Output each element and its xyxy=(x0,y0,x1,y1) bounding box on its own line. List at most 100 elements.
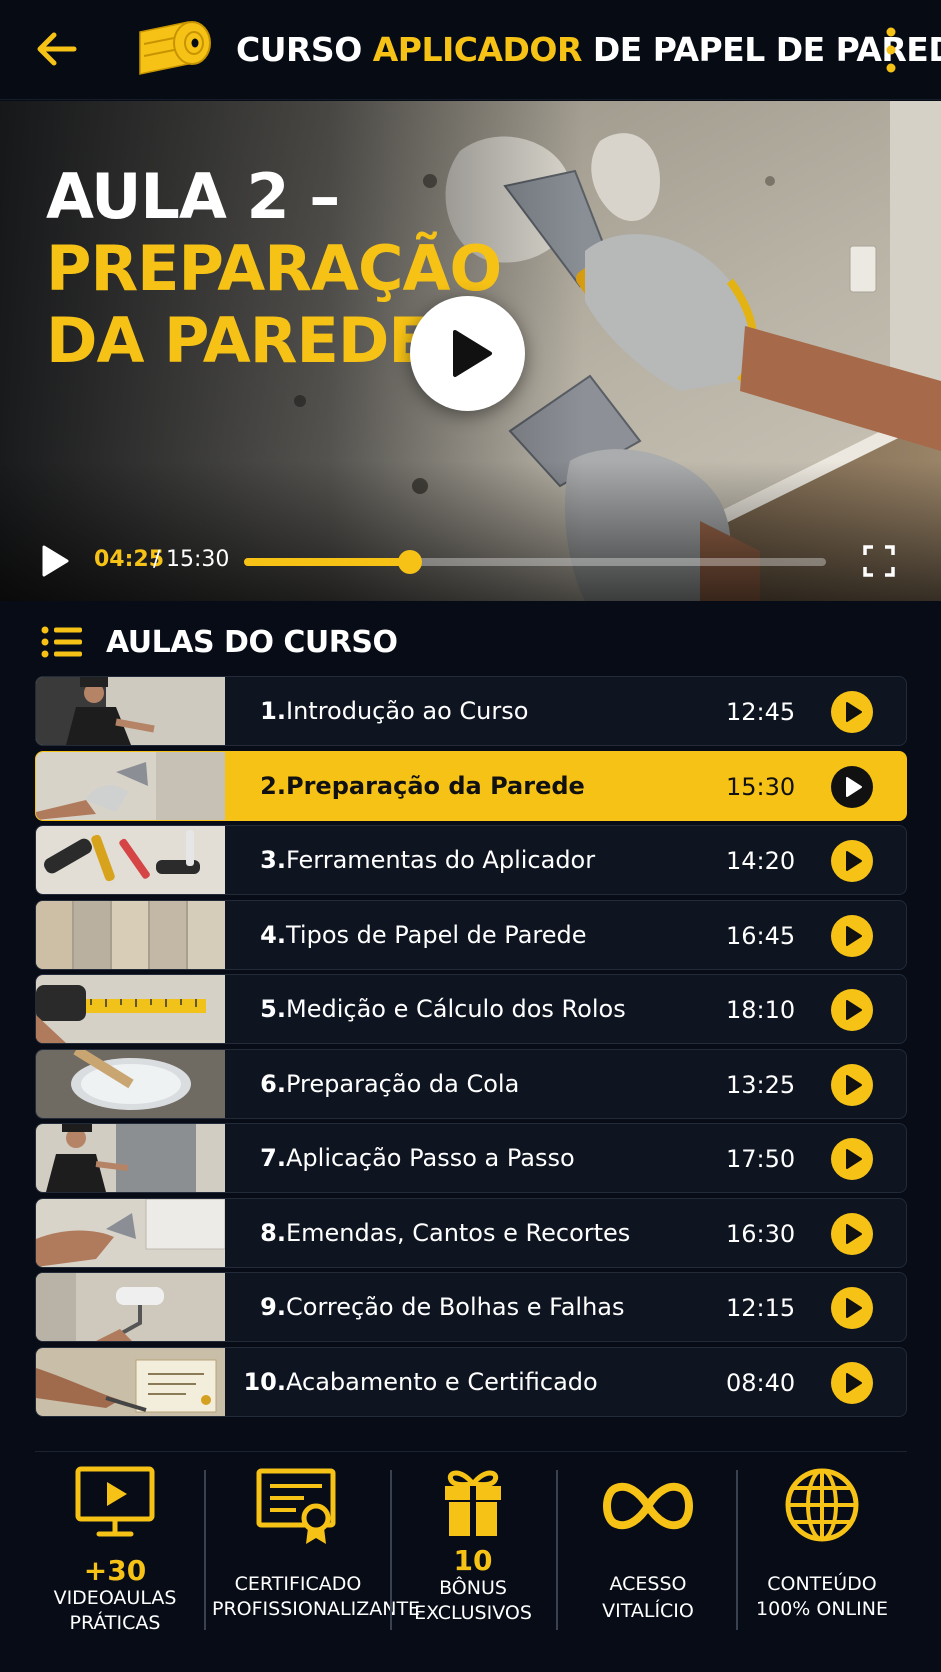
play-circle-icon[interactable] xyxy=(830,1137,874,1181)
lesson-thumbnail xyxy=(36,1050,225,1118)
lesson-title: Preparação da Parede xyxy=(286,772,585,800)
lesson-duration: 08:40 xyxy=(726,1369,796,1397)
play-circle-icon[interactable] xyxy=(830,839,874,883)
lesson-item[interactable]: 6. Preparação da Cola 13:25 xyxy=(35,1049,907,1119)
lesson-heading-line1: AULA 2 – xyxy=(46,160,340,233)
more-vertical-icon[interactable] xyxy=(872,22,910,78)
lesson-number: 2. xyxy=(260,772,286,800)
video-bottom-overlay xyxy=(0,461,941,601)
lesson-thumbnail xyxy=(36,901,225,969)
progress-bar[interactable] xyxy=(244,550,826,574)
back-arrow-icon[interactable] xyxy=(30,26,84,72)
lesson-thumbnail xyxy=(36,752,225,820)
play-circle-icon[interactable] xyxy=(830,1361,874,1405)
lesson-item[interactable]: 8. Emendas, Cantos e Recortes 16:30 xyxy=(35,1198,907,1268)
progress-knob[interactable] xyxy=(398,550,422,574)
gift-icon xyxy=(445,1470,501,1536)
lesson-number: 3. xyxy=(260,846,286,874)
feature-line2: EXCLUSIVOS xyxy=(414,1602,532,1624)
lesson-heading-line2: PREPARAÇÃO xyxy=(46,232,502,305)
lesson-title: Aplicação Passo a Passo xyxy=(286,1144,575,1172)
progress-fill xyxy=(244,558,410,566)
wallpaper-roll-icon xyxy=(136,18,214,82)
lesson-duration: 16:45 xyxy=(726,922,796,950)
lesson-number: 7. xyxy=(260,1144,286,1172)
monitor-play-icon xyxy=(75,1466,155,1537)
lesson-number: 4. xyxy=(260,921,286,949)
lesson-item[interactable]: 3. Ferramentas do Aplicador 14:20 xyxy=(35,825,907,895)
lesson-duration: 16:30 xyxy=(726,1220,796,1248)
video-duration: 15:30 xyxy=(166,547,230,572)
feature-line2: PRÁTICAS xyxy=(69,1612,161,1634)
lesson-number: 5. xyxy=(260,995,286,1023)
fullscreen-icon[interactable] xyxy=(862,544,896,578)
lesson-thumbnail xyxy=(36,1199,225,1267)
big-play-button[interactable] xyxy=(410,296,525,411)
lesson-thumbnail xyxy=(36,1124,225,1192)
lesson-thumbnail xyxy=(36,826,225,894)
lesson-number: 8. xyxy=(260,1219,286,1247)
feature-separator xyxy=(736,1470,738,1630)
feature-online: CONTEÚDO 100% ONLINE xyxy=(744,1466,900,1636)
lesson-duration: 15:30 xyxy=(726,773,796,801)
app-title: CURSO APLICADOR DE PAPEL DE PAREDE xyxy=(236,30,941,70)
feature-big-number: +30 xyxy=(83,1554,147,1587)
lesson-thumbnail xyxy=(36,975,225,1043)
feature-line1: VIDEOAULAS xyxy=(53,1587,177,1609)
play-circle-icon[interactable] xyxy=(830,1212,874,1256)
feature-line2: 100% ONLINE xyxy=(756,1598,888,1620)
feature-line2: PROFISSIONALIZANTE xyxy=(212,1598,421,1620)
lesson-title: Introdução ao Curso xyxy=(286,697,529,725)
list-icon xyxy=(40,624,84,660)
app-title-highlight: APLICADOR xyxy=(372,30,583,69)
lesson-heading-line3: DA PAREDE xyxy=(46,304,431,377)
lesson-duration: 17:50 xyxy=(726,1145,796,1173)
lesson-duration: 12:15 xyxy=(726,1294,796,1322)
feature-acesso: ACESSO VITALÍCIO xyxy=(564,1466,732,1636)
play-circle-icon[interactable] xyxy=(830,988,874,1032)
lesson-item[interactable]: 7. Aplicação Passo a Passo 17:50 xyxy=(35,1123,907,1193)
play-circle-icon[interactable] xyxy=(830,690,874,734)
video-player[interactable]: AULA 2 – PREPARAÇÃO DA PAREDE 04:25 / 15… xyxy=(0,101,941,601)
certificate-icon xyxy=(256,1468,336,1544)
feature-line1: CERTIFICADO xyxy=(234,1573,362,1595)
lesson-duration: 18:10 xyxy=(726,996,796,1024)
lesson-item[interactable]: 10. Acabamento e Certificado 08:40 xyxy=(35,1347,907,1417)
lesson-duration: 14:20 xyxy=(726,847,796,875)
app-title-part1: CURSO xyxy=(236,30,373,69)
lesson-item[interactable]: 5. Medição e Cálculo dos Rolos 18:10 xyxy=(35,974,907,1044)
lesson-title: Correção de Bolhas e Falhas xyxy=(286,1293,625,1321)
play-circle-icon[interactable] xyxy=(830,765,874,809)
play-icon xyxy=(453,330,492,377)
lesson-title: Acabamento e Certificado xyxy=(286,1368,598,1396)
feature-line2: VITALÍCIO xyxy=(602,1600,694,1622)
control-play-icon[interactable] xyxy=(40,544,70,578)
infinity-icon xyxy=(603,1482,693,1530)
lesson-item[interactable]: 1. Introdução ao Curso 12:45 xyxy=(35,676,907,746)
globe-icon xyxy=(785,1468,859,1542)
lesson-title: Tipos de Papel de Parede xyxy=(286,921,587,949)
lesson-heading: AULA 2 – PREPARAÇÃO DA PAREDE xyxy=(46,160,502,377)
lesson-item[interactable]: 2. Preparação da Parede 15:30 xyxy=(35,751,907,821)
lesson-number: 1. xyxy=(260,697,286,725)
lesson-title: Medição e Cálculo dos Rolos xyxy=(286,995,626,1023)
lesson-title: Preparação da Cola xyxy=(286,1070,520,1098)
lesson-item[interactable]: 4. Tipos de Papel de Parede 16:45 xyxy=(35,900,907,970)
feature-line1: ACESSO xyxy=(609,1573,687,1595)
play-circle-icon[interactable] xyxy=(830,914,874,958)
play-circle-icon[interactable] xyxy=(830,1286,874,1330)
play-circle-icon[interactable] xyxy=(830,1063,874,1107)
lesson-title: Emendas, Cantos e Recortes xyxy=(286,1219,631,1247)
lesson-item[interactable]: 9. Correção de Bolhas e Falhas 12:15 xyxy=(35,1272,907,1342)
app-header: CURSO APLICADOR DE PAPEL DE PAREDE xyxy=(0,0,941,100)
footer-divider xyxy=(35,1451,907,1452)
lesson-thumbnail xyxy=(36,677,225,745)
feature-separator xyxy=(556,1470,558,1630)
feature-videoaulas: +30 VIDEOAULAS PRÁTICAS xyxy=(40,1466,190,1636)
lesson-duration: 12:45 xyxy=(726,698,796,726)
lesson-number: 10. xyxy=(243,1368,286,1396)
feature-separator xyxy=(204,1470,206,1630)
feature-line1: CONTEÚDO xyxy=(767,1573,877,1595)
lesson-number: 9. xyxy=(260,1293,286,1321)
time-separator: / xyxy=(153,547,161,572)
